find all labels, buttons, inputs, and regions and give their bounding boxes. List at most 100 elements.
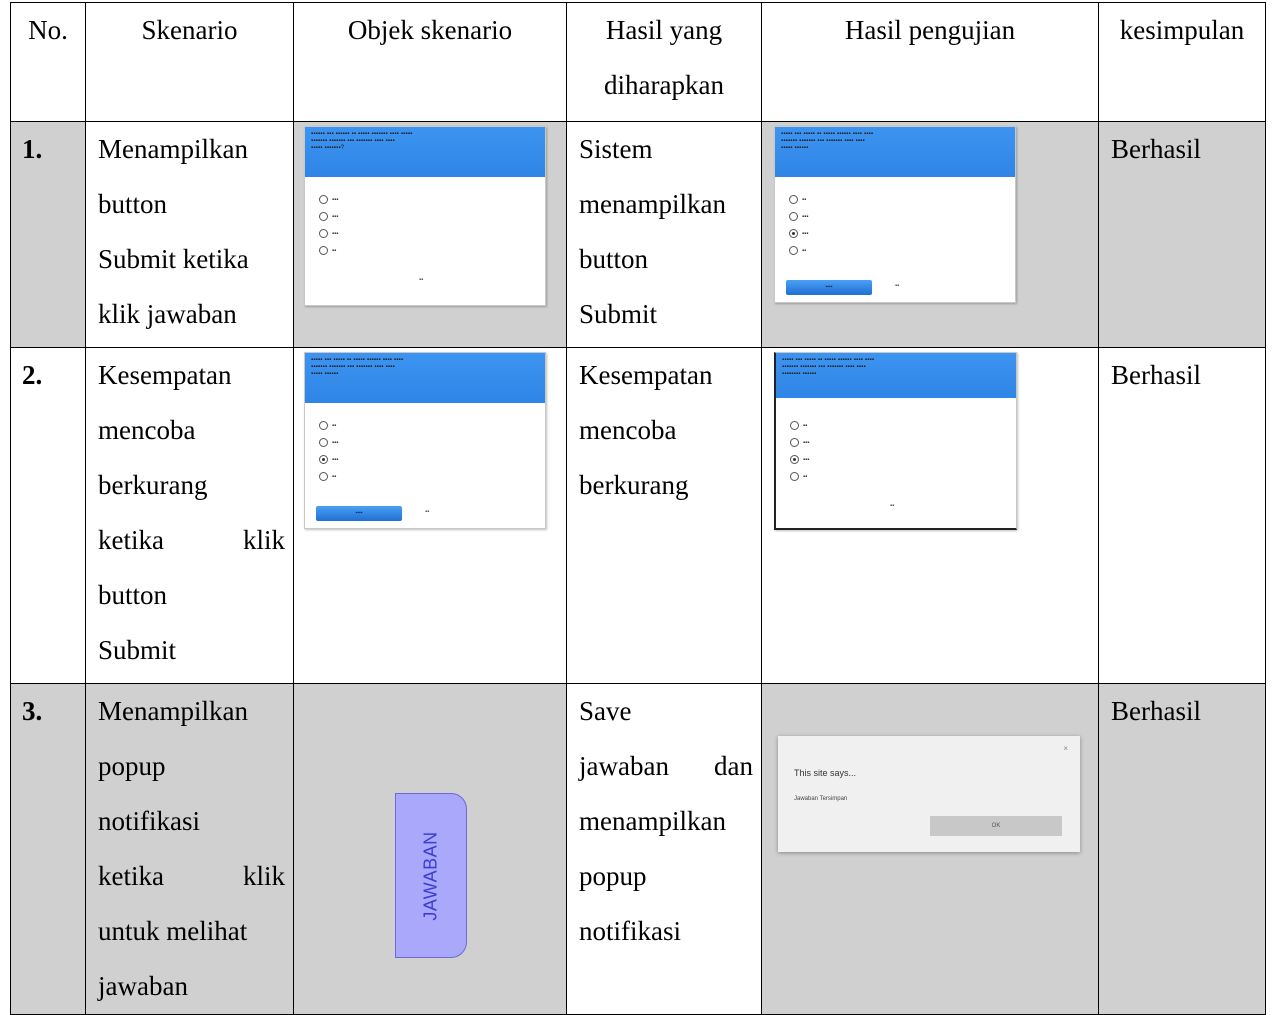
row-skenario: Menampilkan popup notifikasi ketika klik… (85, 683, 294, 1015)
test-table: No. Skenario Objek skenario Hasil yang d… (10, 2, 1266, 1015)
radio-icon[interactable] (789, 229, 798, 238)
text-line: ketika klik (98, 525, 285, 555)
option[interactable]: ▪▪▪ (790, 455, 809, 464)
popup-message: Jawaban Tersimpan (794, 796, 848, 802)
text-line: Kesempatan (98, 360, 232, 390)
attempt-text: ▪▪ (425, 509, 430, 515)
row-skenario: Menampilkan button Submit ketika klik ja… (85, 121, 294, 348)
text-line: Sistem (579, 134, 653, 164)
text-line: button (579, 244, 649, 274)
text-line: Menampilkan (98, 696, 248, 726)
header-harapan-line1: Hasil yang (605, 15, 723, 45)
text-line: Submit (579, 299, 658, 329)
row-objek: ▪▪▪▪▪▪ ▪▪▪ ▪▪▪▪▪▪ ▪▪ ▪▪▪▪▪ ▪▪▪▪▪▪▪ ▪▪▪▪ … (293, 121, 567, 348)
option[interactable]: ▪▪ (319, 472, 336, 481)
text-line: notifikasi (579, 916, 681, 946)
header-kesimpulan: kesimpulan (1098, 2, 1266, 122)
quiz-screenshot: ▪▪▪▪▪ ▪▪▪ ▪▪▪▪▪ ▪▪ ▪▪▪▪▪ ▪▪▪▪▪▪ ▪▪▪▪ ▪▪▪… (304, 352, 546, 529)
radio-icon[interactable] (319, 472, 328, 481)
text-line: ketika klik (98, 861, 285, 891)
row-kesimpulan: Berhasil (1098, 121, 1266, 348)
text-line: Kesempatan (579, 360, 713, 390)
text-line: button (98, 580, 168, 610)
option[interactable]: ▪▪ (789, 246, 806, 255)
submit-button[interactable]: ▪▪▪▪ (786, 280, 872, 295)
radio-icon[interactable] (319, 455, 328, 464)
radio-icon[interactable] (319, 212, 328, 221)
header-skenario: Skenario (85, 2, 294, 122)
row-pengujian: ▪▪▪▪▪ ▪▪▪ ▪▪▪▪▪ ▪▪ ▪▪▪▪▪ ▪▪▪▪▪▪ ▪▪▪▪ ▪▪▪… (761, 121, 1099, 348)
radio-icon[interactable] (319, 246, 328, 255)
row-kesimpulan: Berhasil (1098, 347, 1266, 684)
radio-icon[interactable] (319, 438, 328, 447)
row-kesimpulan: Berhasil (1098, 683, 1266, 1015)
row-harapan: Save jawaban dan menampilkan popup notif… (566, 683, 762, 1015)
attempt-text: ▪▪ (895, 283, 900, 289)
radio-icon[interactable] (319, 421, 328, 430)
option[interactable]: ▪▪▪ (790, 438, 809, 447)
radio-icon[interactable] (319, 195, 328, 204)
radio-icon[interactable] (790, 455, 799, 464)
row-harapan: Sistem menampilkan button Submit (566, 121, 762, 348)
row-objek: JAWABAN (293, 683, 567, 1015)
question-bar: ▪▪▪▪▪ ▪▪▪ ▪▪▪▪▪ ▪▪ ▪▪▪▪▪ ▪▪▪▪▪▪ ▪▪▪▪ ▪▪▪… (305, 353, 545, 403)
option[interactable]: ▪▪ (790, 472, 807, 481)
radio-icon[interactable] (790, 421, 799, 430)
text-line: untuk melihat (98, 916, 248, 946)
text-line: Submit ketika (98, 244, 249, 274)
option[interactable]: ▪▪▪ (789, 229, 808, 238)
option[interactable]: ▪▪ (789, 195, 806, 204)
row-pengujian: ▪▪▪▪▪ ▪▪▪ ▪▪▪▪▪ ▪▪ ▪▪▪▪▪ ▪▪▪▪▪▪ ▪▪▪▪ ▪▪▪… (761, 347, 1099, 684)
row-number: 3. (10, 683, 86, 1015)
quiz-screenshot: ▪▪▪▪▪▪ ▪▪▪ ▪▪▪▪▪▪ ▪▪ ▪▪▪▪▪ ▪▪▪▪▪▪▪ ▪▪▪▪ … (304, 126, 546, 306)
table-row: 3. Menampilkan popup notifikasi ketika k… (10, 683, 1266, 1015)
header-harapan: Hasil yang diharapkan (566, 2, 762, 122)
radio-icon[interactable] (789, 246, 798, 255)
radio-icon[interactable] (790, 472, 799, 481)
option[interactable]: ▪▪ (319, 246, 336, 255)
jawaban-button[interactable]: JAWABAN (395, 793, 467, 958)
option[interactable]: ▪▪▪ (319, 195, 338, 204)
ok-button[interactable]: OK (930, 816, 1062, 836)
text-line: popup (98, 751, 166, 781)
radio-icon[interactable] (319, 229, 328, 238)
row-harapan: Kesempatan mencoba berkurang (566, 347, 762, 684)
table-row: 2. Kesempatan mencoba berkurang ketika k… (10, 347, 1266, 684)
close-icon[interactable]: × (1063, 744, 1068, 753)
popup-title: This site says... (794, 768, 857, 778)
text-line: mencoba (579, 415, 677, 445)
option[interactable]: ▪▪ (319, 421, 336, 430)
radio-icon[interactable] (789, 212, 798, 221)
row-objek: ▪▪▪▪▪ ▪▪▪ ▪▪▪▪▪ ▪▪ ▪▪▪▪▪ ▪▪▪▪▪▪ ▪▪▪▪ ▪▪▪… (293, 347, 567, 684)
text-line: Save (579, 696, 632, 726)
radio-icon[interactable] (790, 438, 799, 447)
option[interactable]: ▪▪▪ (319, 438, 338, 447)
text-line: menampilkan (579, 806, 726, 836)
option[interactable]: ▪▪▪ (319, 229, 338, 238)
text-line: jawaban (98, 971, 188, 1001)
alert-popup: × This site says... Jawaban Tersimpan OK (778, 736, 1080, 852)
result-screenshot: ▪▪▪▪▪ ▪▪▪ ▪▪▪▪▪ ▪▪ ▪▪▪▪▪ ▪▪▪▪▪▪ ▪▪▪▪ ▪▪▪… (774, 126, 1016, 303)
question-bar: ▪▪▪▪▪ ▪▪▪ ▪▪▪▪▪ ▪▪ ▪▪▪▪▪ ▪▪▪▪▪▪ ▪▪▪▪ ▪▪▪… (775, 127, 1015, 177)
text-line: Submit (98, 635, 177, 665)
text-line: berkurang (579, 470, 689, 500)
text-line: menampilkan (579, 189, 726, 219)
text-line: berkurang (98, 470, 208, 500)
radio-icon[interactable] (789, 195, 798, 204)
option[interactable]: ▪▪▪ (319, 455, 338, 464)
text-line: jawaban dan (579, 751, 753, 781)
header-pengujian: Hasil pengujian (761, 2, 1099, 122)
row-number: 1. (10, 121, 86, 348)
attempt-text: ▪▪ (890, 503, 895, 509)
submit-button[interactable]: ▪▪▪▪ (316, 506, 402, 521)
question-bar: ▪▪▪▪▪▪ ▪▪▪ ▪▪▪▪▪▪ ▪▪ ▪▪▪▪▪ ▪▪▪▪▪▪▪ ▪▪▪▪ … (305, 127, 545, 177)
option[interactable]: ▪▪ (790, 421, 807, 430)
text-line: button (98, 189, 168, 219)
row-number: 2. (10, 347, 86, 684)
row-pengujian: × This site says... Jawaban Tersimpan OK (761, 683, 1099, 1015)
option[interactable]: ▪▪▪ (319, 212, 338, 221)
text-line: Menampilkan (98, 134, 248, 164)
option[interactable]: ▪▪▪ (789, 212, 808, 221)
question-bar: ▪▪▪▪▪ ▪▪▪ ▪▪▪▪▪ ▪▪ ▪▪▪▪▪ ▪▪▪▪▪▪ ▪▪▪▪ ▪▪▪… (776, 353, 1016, 398)
row-skenario: Kesempatan mencoba berkurang ketika klik… (85, 347, 294, 684)
